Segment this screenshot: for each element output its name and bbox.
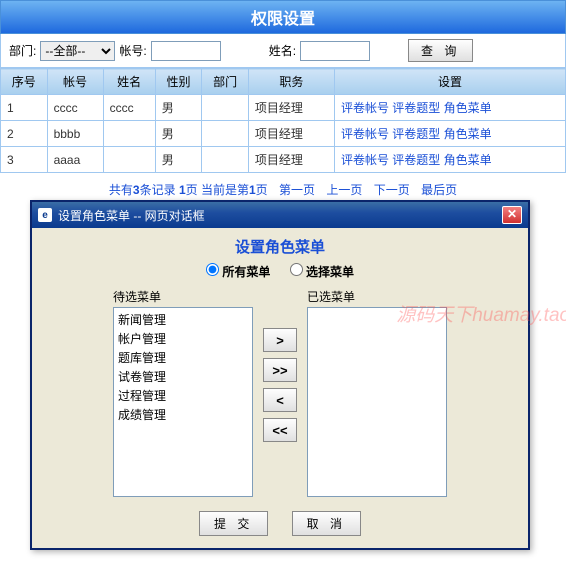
search-button[interactable]: 查 询 — [408, 39, 473, 62]
close-icon[interactable]: ✕ — [502, 206, 522, 224]
settings-link[interactable]: 角色菜单 — [444, 127, 492, 141]
radio-row: 所有菜单 选择菜单 — [42, 263, 518, 280]
table-row: 2bbbb 男 项目经理评卷帐号 评卷题型 角色菜单 — [1, 121, 566, 147]
next-page-link[interactable]: 下一页 — [374, 183, 410, 197]
settings-link[interactable]: 角色菜单 — [444, 101, 492, 115]
cell-gender: 男 — [155, 147, 202, 173]
column-header: 职务 — [248, 69, 334, 95]
cell-gender: 男 — [155, 121, 202, 147]
first-page-link[interactable]: 第一页 — [279, 183, 315, 197]
name-label: 姓名: — [269, 42, 296, 59]
add-button[interactable]: > — [263, 328, 297, 352]
settings-link[interactable]: 评卷题型 — [392, 127, 440, 141]
left-list-label: 待选菜单 — [113, 288, 253, 305]
cancel-button[interactable]: 取 消 — [292, 511, 361, 536]
settings-link[interactable]: 角色菜单 — [444, 153, 492, 167]
cell-settings: 评卷帐号 评卷题型 角色菜单 — [334, 147, 565, 173]
cell-no: 1 — [1, 95, 48, 121]
cell-no: 2 — [1, 121, 48, 147]
radio-all-label[interactable]: 所有菜单 — [206, 265, 270, 279]
cell-dept — [202, 147, 249, 173]
cell-acct: aaaa — [47, 147, 103, 173]
list-item[interactable]: 题库管理 — [116, 348, 250, 367]
settings-link[interactable]: 评卷帐号 — [341, 101, 389, 115]
filter-bar: 部门: --全部-- 帐号: 姓名: 查 询 — [0, 34, 566, 68]
available-listbox[interactable]: 新闻管理帐户管理题库管理试卷管理过程管理成绩管理 — [113, 307, 253, 497]
column-header: 部门 — [202, 69, 249, 95]
table-row: 1cccccccc男项目经理评卷帐号 评卷题型 角色菜单 — [1, 95, 566, 121]
dialog-titlebar: e 设置角色菜单 -- 网页对话框 ✕ — [32, 202, 528, 228]
page-title: 权限设置 — [0, 0, 566, 34]
cell-name: cccc — [103, 95, 155, 121]
radio-select-label[interactable]: 选择菜单 — [290, 265, 354, 279]
cell-acct: cccc — [47, 95, 103, 121]
cell-no: 3 — [1, 147, 48, 173]
cell-role: 项目经理 — [248, 147, 334, 173]
settings-link[interactable]: 评卷帐号 — [341, 127, 389, 141]
dialog-heading: 设置角色菜单 — [42, 234, 518, 263]
radio-all[interactable] — [206, 263, 219, 276]
submit-button[interactable]: 提 交 — [199, 511, 268, 536]
cell-acct: bbbb — [47, 121, 103, 147]
column-header: 帐号 — [47, 69, 103, 95]
cell-dept — [202, 95, 249, 121]
acct-label: 帐号: — [119, 42, 146, 59]
dept-label: 部门: — [9, 42, 36, 59]
last-page-link[interactable]: 最后页 — [421, 183, 457, 197]
add-all-button[interactable]: >> — [263, 358, 297, 382]
cell-gender: 男 — [155, 95, 202, 121]
settings-link[interactable]: 评卷题型 — [392, 101, 440, 115]
radio-select[interactable] — [290, 263, 303, 276]
column-header: 设置 — [334, 69, 565, 95]
column-header: 序号 — [1, 69, 48, 95]
settings-link[interactable]: 评卷帐号 — [341, 153, 389, 167]
page-summary: 共有3条记录 1页 当前是第1页 — [109, 183, 268, 197]
column-header: 姓名 — [103, 69, 155, 95]
column-header: 性别 — [155, 69, 202, 95]
list-item[interactable]: 试卷管理 — [116, 367, 250, 386]
selected-listbox[interactable] — [307, 307, 447, 497]
list-item[interactable]: 成绩管理 — [116, 405, 250, 424]
remove-button[interactable]: < — [263, 388, 297, 412]
right-list-label: 已选菜单 — [307, 288, 447, 305]
cell-dept — [202, 121, 249, 147]
acct-input[interactable] — [151, 41, 221, 61]
ie-icon: e — [38, 208, 52, 222]
dialog-titlebar-text: 设置角色菜单 -- 网页对话框 — [58, 207, 205, 224]
list-item[interactable]: 过程管理 — [116, 386, 250, 405]
list-item[interactable]: 新闻管理 — [116, 310, 250, 329]
cell-name — [103, 147, 155, 173]
table-row: 3aaaa 男 项目经理评卷帐号 评卷题型 角色菜单 — [1, 147, 566, 173]
cell-role: 项目经理 — [248, 121, 334, 147]
cell-name — [103, 121, 155, 147]
settings-link[interactable]: 评卷题型 — [392, 153, 440, 167]
role-menu-dialog: e 设置角色菜单 -- 网页对话框 ✕ 设置角色菜单 所有菜单 选择菜单 待选菜… — [30, 200, 530, 550]
data-table: 序号帐号姓名性别部门职务设置 1cccccccc男项目经理评卷帐号 评卷题型 角… — [0, 68, 566, 173]
dept-select[interactable]: --全部-- — [40, 41, 115, 61]
prev-page-link[interactable]: 上一页 — [326, 183, 362, 197]
cell-settings: 评卷帐号 评卷题型 角色菜单 — [334, 95, 565, 121]
name-input[interactable] — [300, 41, 370, 61]
list-item[interactable]: 帐户管理 — [116, 329, 250, 348]
cell-settings: 评卷帐号 评卷题型 角色菜单 — [334, 121, 565, 147]
cell-role: 项目经理 — [248, 95, 334, 121]
remove-all-button[interactable]: << — [263, 418, 297, 442]
